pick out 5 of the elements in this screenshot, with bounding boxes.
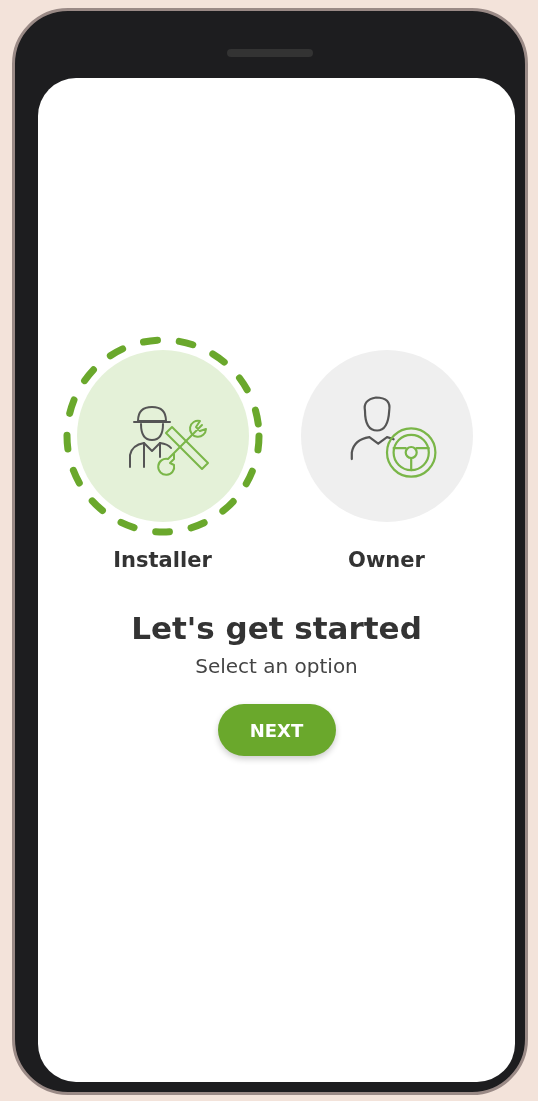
screen-subtitle: Select an option [195,654,358,678]
role-label: Installer [113,548,212,572]
role-label: Owner [348,548,425,572]
screen-title: Let's get started [131,610,422,646]
next-button[interactable]: NEXT [217,704,336,756]
